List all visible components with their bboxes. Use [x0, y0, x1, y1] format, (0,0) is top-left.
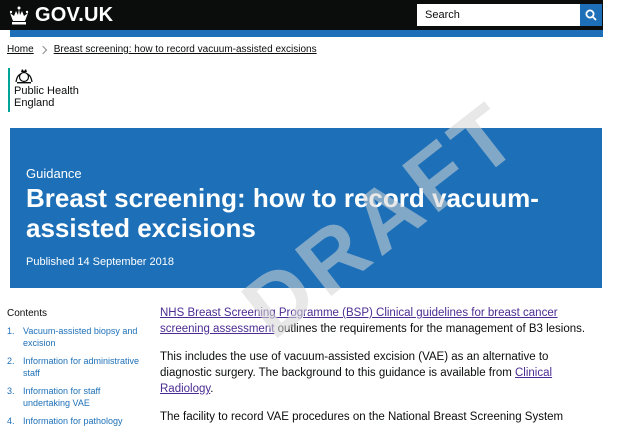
- contents-heading: Contents: [7, 308, 48, 319]
- body-text: outlines the requirements for the manage…: [274, 323, 586, 335]
- breadcrumb-separator-icon: [38, 45, 47, 54]
- breadcrumb: Home Breast screening: how to record vac…: [7, 44, 317, 55]
- contents-item[interactable]: 3. Information for staff undertaking VAE: [7, 385, 142, 409]
- contents-item[interactable]: 2. Information for administrative staff: [7, 355, 142, 379]
- document-type: Guidance: [26, 166, 82, 181]
- govuk-logo[interactable]: GOV.UK: [8, 4, 113, 27]
- contents-item-number: 1.: [7, 326, 15, 336]
- contents-item-link[interactable]: Information for staff undertaking VAE: [23, 385, 142, 409]
- contents-item[interactable]: 1. Vacuum-assisted biopsy and excision: [7, 325, 142, 349]
- breadcrumb-home[interactable]: Home: [7, 44, 34, 55]
- search-button[interactable]: [580, 4, 602, 26]
- breadcrumb-current[interactable]: Breast screening: how to record vacuum-a…: [54, 44, 317, 55]
- body-text: This includes the use of vacuum-assisted…: [160, 351, 549, 379]
- contents-nav: Contents 1. Vacuum-assisted biopsy and e…: [7, 308, 142, 433]
- organisation-name: Public Health England: [14, 85, 94, 109]
- contents-item-number: 2.: [7, 356, 15, 366]
- royal-crest-icon: [15, 69, 33, 84]
- contents-item[interactable]: 4. Information for pathology: [7, 415, 142, 427]
- page-title: Breast screening: how to record vacuum-a…: [26, 183, 539, 243]
- search-icon: [585, 9, 597, 21]
- organisation-name-line1: Public Health: [14, 85, 79, 97]
- contents-item-number: 4.: [7, 416, 15, 426]
- crown-icon: [9, 6, 29, 24]
- organisation-name-line2: England: [14, 97, 55, 109]
- contents-item-link[interactable]: Information for pathology: [23, 415, 123, 427]
- organisation-logo[interactable]: Public Health England: [8, 68, 94, 112]
- title-banner: Guidance Breast screening: how to record…: [10, 128, 602, 288]
- search-form: [417, 4, 602, 26]
- body-content: NHS Breast Screening Programme (BSP) Cli…: [160, 305, 596, 437]
- search-input[interactable]: [417, 4, 580, 26]
- body-text: .: [210, 383, 214, 395]
- body-paragraph: NHS Breast Screening Programme (BSP) Cli…: [160, 305, 596, 337]
- logo-text: GOV.UK: [35, 4, 114, 26]
- header-underline: [10, 30, 603, 37]
- contents-item-link[interactable]: Information for administrative staff: [23, 355, 142, 379]
- contents-list: 1. Vacuum-assisted biopsy and excision 2…: [7, 325, 142, 427]
- published-date: Published 14 September 2018: [26, 256, 174, 268]
- body-paragraph: The facility to record VAE procedures on…: [160, 409, 596, 425]
- contents-item-number: 3.: [7, 386, 15, 396]
- site-header: GOV.UK: [0, 0, 603, 30]
- body-paragraph: This includes the use of vacuum-assisted…: [160, 349, 596, 397]
- body-text: The facility to record VAE procedures on…: [160, 411, 564, 423]
- contents-item-link[interactable]: Vacuum-assisted biopsy and excision: [23, 325, 142, 349]
